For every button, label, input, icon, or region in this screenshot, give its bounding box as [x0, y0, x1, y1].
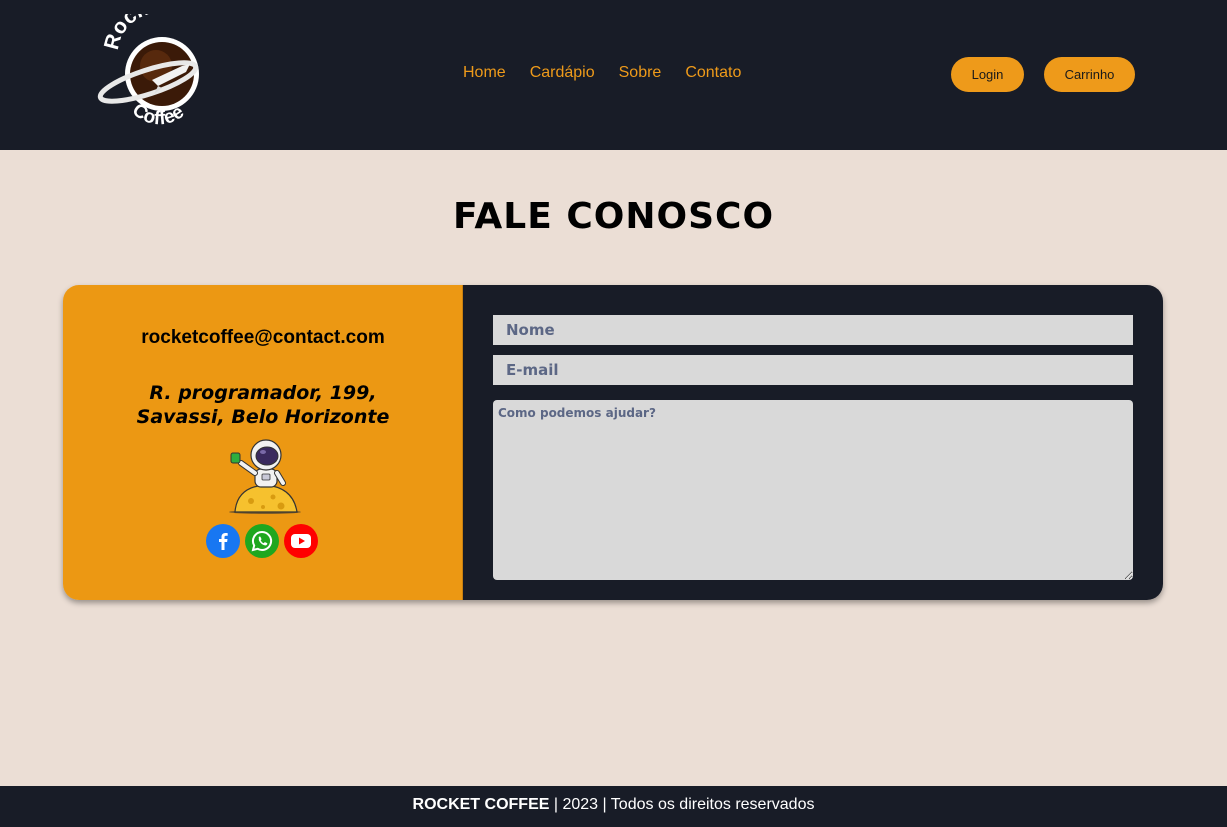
name-field[interactable] — [493, 315, 1133, 345]
social-links — [206, 524, 318, 558]
youtube-icon[interactable] — [284, 524, 318, 558]
nav-contato-link[interactable]: Contato — [685, 64, 741, 82]
nav-cardapio-link[interactable]: Cardápio — [530, 64, 595, 82]
contact-address: R. programador, 199, Savassi, Belo Horiz… — [63, 381, 463, 429]
contact-form-panel — [463, 285, 1163, 600]
main-nav: Home Cardápio Sobre Contato — [463, 64, 741, 82]
nav-home-link[interactable]: Home — [463, 64, 506, 82]
nav-sobre-link[interactable]: Sobre — [619, 64, 662, 82]
login-button[interactable]: Login — [951, 57, 1024, 92]
message-field[interactable] — [493, 400, 1133, 580]
site-footer: ROCKET COFFEE | 2023 | Todos os direitos… — [0, 786, 1227, 827]
facebook-icon[interactable] — [206, 524, 240, 558]
rocket-coffee-logo[interactable]: Rocket Coffee — [96, 14, 214, 136]
contact-email: rocketcoffee@contact.com — [141, 327, 385, 348]
site-header: Rocket Coffee Home Cardápio Sobre Contat… — [0, 0, 1227, 150]
astronaut-illustration — [229, 439, 301, 514]
cart-button[interactable]: Carrinho — [1044, 57, 1135, 92]
footer-brand: ROCKET COFFEE — [412, 796, 550, 813]
page-title: FALE CONOSCO — [452, 196, 775, 237]
address-line-1: R. programador, 199, — [149, 382, 377, 404]
logo-graphic: Rocket Coffee — [97, 14, 199, 129]
contact-card: rocketcoffee@contact.com R. programador,… — [63, 285, 1163, 600]
whatsapp-icon[interactable] — [245, 524, 279, 558]
contact-info-panel: rocketcoffee@contact.com R. programador,… — [63, 285, 463, 600]
address-line-2: Savassi, Belo Horizonte — [136, 406, 390, 428]
footer-copyright: | 2023 | Todos os direitos reservados — [549, 796, 815, 813]
email-field[interactable] — [493, 355, 1133, 385]
